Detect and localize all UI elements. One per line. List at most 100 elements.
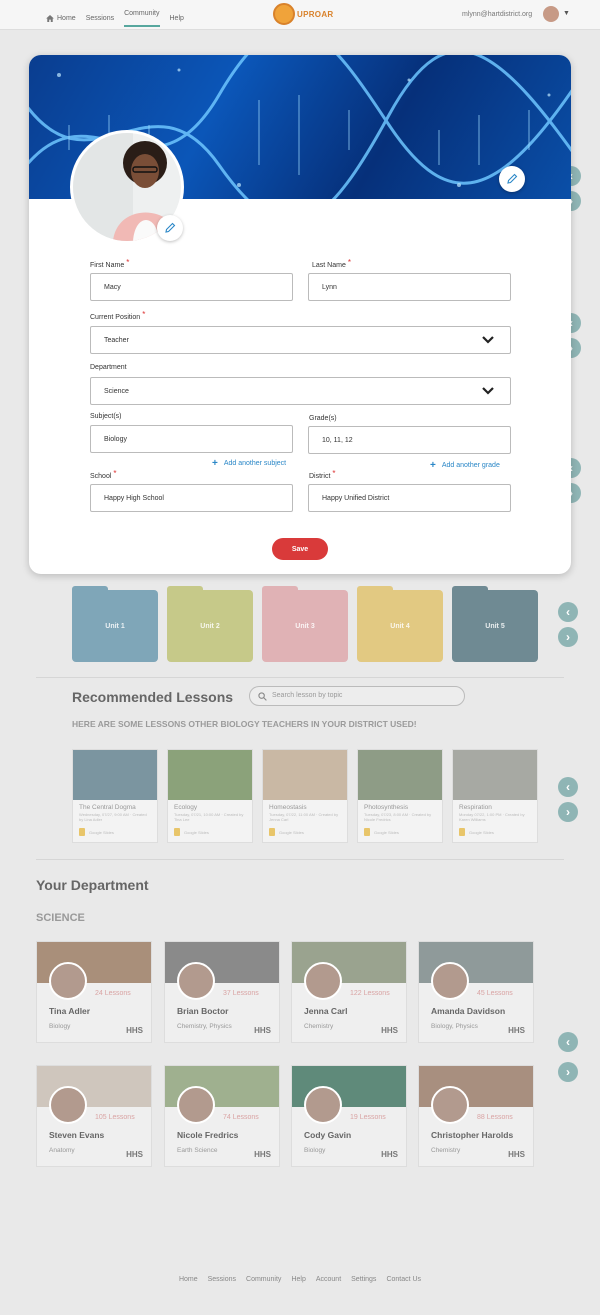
user-avatar[interactable] xyxy=(543,6,559,22)
lesson-card[interactable]: Homeostasis Tuesday, 07/22, 11:00 AM · Cr… xyxy=(262,749,348,843)
avatar xyxy=(177,962,215,1000)
lesson-doc-label: Google Slides xyxy=(469,830,494,835)
teacher-card[interactable]: 24 Lessons Tina Adler Biology HHS xyxy=(36,941,152,1043)
unit-folder-label: Unit 1 xyxy=(105,622,125,630)
teacher-card[interactable]: 19 Lessons Cody Gavin Biology HHS xyxy=(291,1065,407,1167)
lesson-thumbnail xyxy=(168,750,252,800)
position-label-text: Current Position xyxy=(90,314,141,321)
edit-profile-modal: First Name * Macy Last Name * Lynn Current… xyxy=(29,55,571,574)
chevron-right-icon[interactable]: › xyxy=(558,627,578,647)
lesson-count: 24 Lessons xyxy=(95,990,131,997)
unit-folder-label: Unit 2 xyxy=(200,622,220,630)
district-field[interactable]: Happy Unified District xyxy=(308,484,511,512)
lesson-card[interactable]: Ecology Tuesday, 07/21, 10:00 AM · Create… xyxy=(167,749,253,843)
school-value: Happy High School xyxy=(104,495,164,502)
footer-links: Home Sessions Community Help Account Set… xyxy=(0,1276,600,1283)
teacher-card[interactable]: 122 Lessons Jenna Carl Chemistry HHS xyxy=(291,941,407,1043)
app-logo[interactable]: UPROAR xyxy=(273,3,333,25)
subjects-field[interactable]: Biology xyxy=(90,425,293,453)
teacher-name: Christopher Harolds xyxy=(431,1130,514,1140)
save-button[interactable]: Save xyxy=(272,538,328,560)
chevron-right-icon[interactable]: › xyxy=(558,802,578,822)
school-field[interactable]: Happy High School xyxy=(90,484,293,512)
subjects-label-text: Subject(s) xyxy=(90,413,122,420)
teacher-card[interactable]: 45 Lessons Amanda Davidson Biology, Physic… xyxy=(418,941,534,1043)
department-select[interactable]: Science xyxy=(90,377,511,405)
last-name-field[interactable]: Lynn xyxy=(308,273,511,301)
required-marker: * xyxy=(332,469,336,478)
unit-folder[interactable]: Unit 5 xyxy=(452,586,538,662)
chevron-right-icon[interactable]: › xyxy=(558,1062,578,1082)
document-icon xyxy=(79,828,85,836)
unit-folder[interactable]: Unit 4 xyxy=(357,586,443,662)
teacher-school: HHS xyxy=(254,1026,271,1035)
unit-folder[interactable]: Unit 2 xyxy=(167,586,253,662)
grades-value: 10, 11, 12 xyxy=(322,437,353,444)
avatar xyxy=(49,962,87,1000)
teacher-card[interactable]: 105 Lessons Steven Evans Anatomy HHS xyxy=(36,1065,152,1167)
required-marker: * xyxy=(142,310,146,319)
teacher-school: HHS xyxy=(126,1150,143,1159)
grades-field[interactable]: 10, 11, 12 xyxy=(308,426,511,454)
lesson-card[interactable]: Respiration Monday 07/22, 1:00 PM · Creat… xyxy=(452,749,538,843)
unit-folder[interactable]: Unit 3 xyxy=(262,586,348,662)
document-icon xyxy=(269,828,275,836)
footer-link-contact[interactable]: Contact Us xyxy=(386,1276,421,1283)
edit-cover-button[interactable] xyxy=(499,166,525,192)
chevron-down-icon xyxy=(482,336,494,344)
plus-icon: + xyxy=(430,460,436,471)
footer-link-settings[interactable]: Settings xyxy=(351,1276,376,1283)
first-name-field[interactable]: Macy xyxy=(90,273,293,301)
document-icon xyxy=(174,828,180,836)
add-subject-link[interactable]: + Add another subject xyxy=(212,458,286,469)
teacher-name: Jenna Carl xyxy=(304,1006,348,1016)
nav-help[interactable]: Help xyxy=(170,10,184,27)
footer-link-home[interactable]: Home xyxy=(179,1276,198,1283)
unit-folder[interactable]: Unit 1 xyxy=(72,586,158,662)
position-select[interactable]: Teacher xyxy=(90,326,511,354)
lesson-card[interactable]: Photosynthesis Tuesday, 07/23, 8:00 AM · … xyxy=(357,749,443,843)
logo-text: UPROAR xyxy=(297,9,334,19)
lesson-doc-label: Google Slides xyxy=(89,830,114,835)
nav-sessions[interactable]: Sessions xyxy=(86,10,114,27)
lesson-name: The Central Dogma xyxy=(79,804,136,811)
chevron-left-icon[interactable]: ‹ xyxy=(558,602,578,622)
teacher-name: Amanda Davidson xyxy=(431,1006,506,1016)
teacher-card[interactable]: 74 Lessons Nicole Fredrics Earth Science HH… xyxy=(164,1065,280,1167)
lesson-card[interactable]: The Central Dogma Wednesday, 07/27, 9:00 … xyxy=(72,749,158,843)
lesson-meta: Tuesday, 07/21, 10:00 AM · Created by Ti… xyxy=(174,812,244,822)
nav-community[interactable]: Community xyxy=(124,10,160,27)
lesson-search-input[interactable]: Search lesson by topic xyxy=(249,686,465,706)
lesson-meta: Monday 07/22, 1:00 PM · Created by Karen… xyxy=(459,812,525,822)
department-label: Department xyxy=(90,364,127,371)
teacher-school: HHS xyxy=(508,1150,525,1159)
avatar xyxy=(304,962,342,1000)
last-name-label: Last Name * xyxy=(312,258,351,269)
nav-home[interactable]: Home xyxy=(46,10,76,27)
district-label-text: District xyxy=(309,473,331,480)
department-title: Your Department xyxy=(36,877,149,893)
last-name-value: Lynn xyxy=(322,284,337,291)
top-navigation: Home Sessions Community Help UPROAR mlyn… xyxy=(0,0,600,30)
lesson-count: 19 Lessons xyxy=(350,1114,386,1121)
chevron-left-icon[interactable]: ‹ xyxy=(558,777,578,797)
district-label: District * xyxy=(309,469,336,480)
chevron-left-icon[interactable]: ‹ xyxy=(558,1032,578,1052)
edit-photo-button[interactable] xyxy=(157,215,183,241)
footer-link-sessions[interactable]: Sessions xyxy=(208,1276,236,1283)
district-value: Happy Unified District xyxy=(322,495,390,502)
search-icon xyxy=(258,692,267,701)
required-marker: * xyxy=(113,469,117,478)
required-marker: * xyxy=(126,258,130,267)
lesson-count: 45 Lessons xyxy=(477,990,513,997)
lesson-count: 37 Lessons xyxy=(223,990,259,997)
add-grade-link[interactable]: + Add another grade xyxy=(430,460,500,471)
footer-link-account[interactable]: Account xyxy=(316,1276,341,1283)
teacher-card[interactable]: 88 Lessons Christopher Harolds Chemistry HH… xyxy=(418,1065,534,1167)
footer-link-help[interactable]: Help xyxy=(291,1276,305,1283)
footer-link-community[interactable]: Community xyxy=(246,1276,281,1283)
avatar xyxy=(177,1086,215,1124)
teacher-name: Tina Adler xyxy=(49,1006,91,1016)
teacher-card[interactable]: 37 Lessons Brian Boctor Chemistry, Physics… xyxy=(164,941,280,1043)
chevron-down-icon[interactable]: ▼ xyxy=(563,10,570,17)
